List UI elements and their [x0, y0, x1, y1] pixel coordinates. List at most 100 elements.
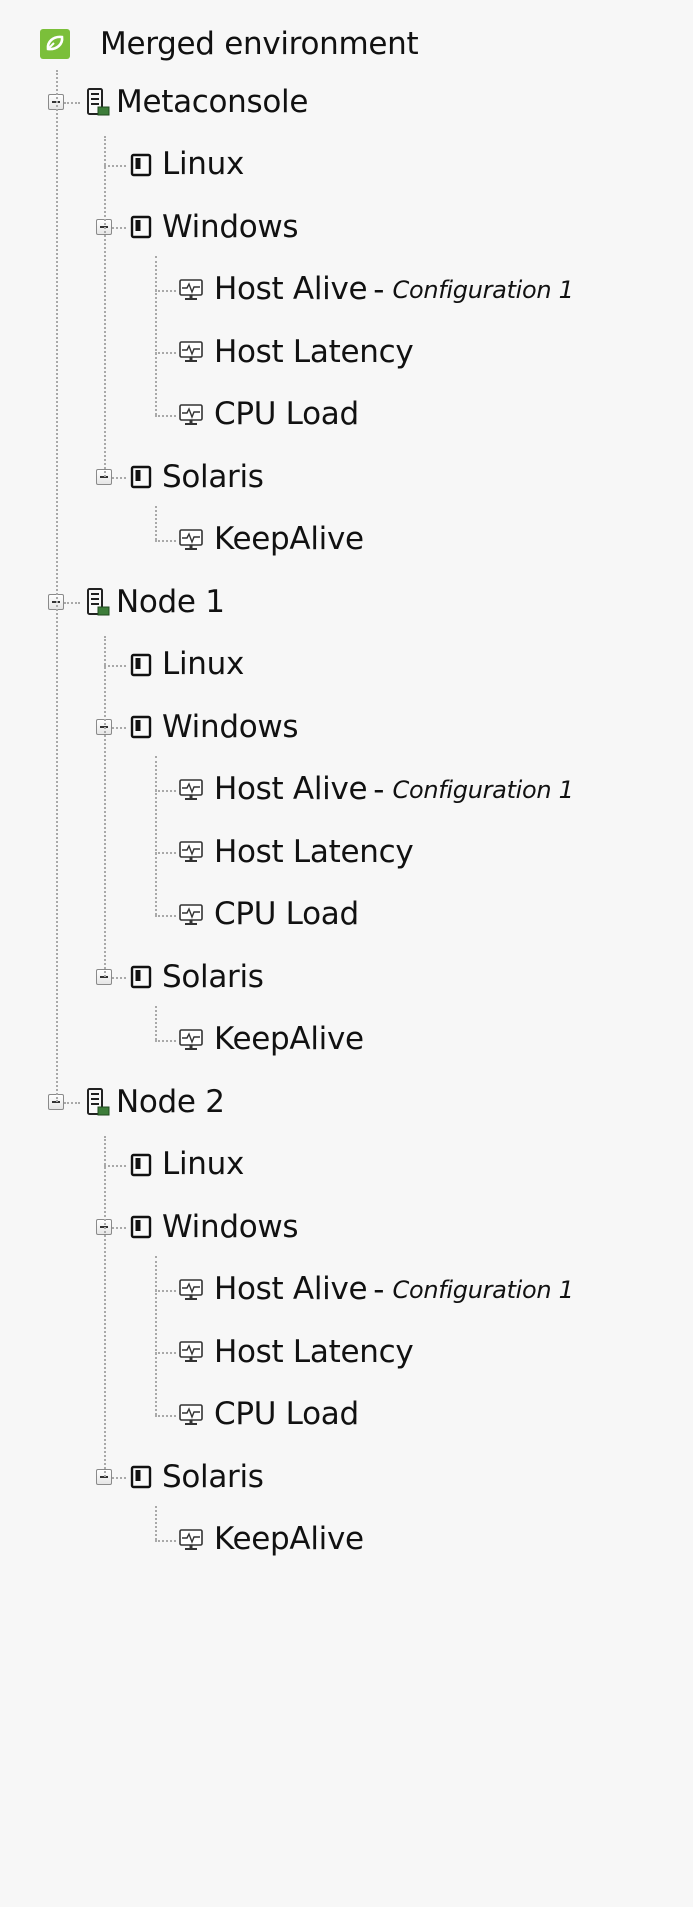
monitor-icon	[178, 1028, 204, 1052]
tree-item-label: CPU Load	[214, 896, 359, 932]
tree-module-host-alive[interactable]: Host Alive - Configuration 1	[178, 1260, 574, 1320]
tree-module-keepalive[interactable]: KeepAlive	[178, 510, 364, 570]
label-separator: -	[373, 271, 385, 308]
group-icon	[130, 653, 152, 677]
tree-group-linux[interactable]: Linux	[130, 1135, 244, 1195]
monitor-icon	[178, 403, 204, 427]
tree-connector-line	[155, 1505, 157, 1540]
tree-item-label: Windows	[162, 708, 299, 745]
tree-connector-line	[155, 1005, 157, 1040]
group-icon	[130, 715, 152, 739]
tree-root: Merged environment	[40, 14, 419, 74]
tree-connector-line	[155, 1414, 176, 1417]
tree-item-label: Solaris	[162, 458, 264, 495]
tree-connector-line	[155, 789, 176, 792]
tree-group-linux[interactable]: Linux	[130, 135, 244, 195]
server-icon	[86, 88, 110, 116]
tree-group-linux[interactable]: Linux	[130, 635, 244, 695]
tree-module-cpu-load[interactable]: CPU Load	[178, 885, 359, 945]
tree-connector-line	[104, 1164, 126, 1167]
tree-item-label: Host Latency	[214, 1333, 414, 1370]
tree-connector-line	[64, 602, 80, 604]
tree-connector-line	[104, 164, 126, 167]
tree-connector-line	[112, 977, 126, 979]
tree-module-host-latency[interactable]: Host Latency	[178, 1322, 414, 1382]
tree-connector-line	[56, 70, 58, 1102]
tree-connector-line	[104, 136, 106, 477]
tree-group-solaris[interactable]: Solaris	[130, 447, 264, 507]
group-icon	[130, 965, 152, 989]
tree-node-node-1[interactable]: Node 1	[86, 572, 225, 632]
tree-group-solaris[interactable]: Solaris	[130, 947, 264, 1007]
tree-node-metaconsole[interactable]: Metaconsole	[86, 72, 308, 132]
tree-item-label: Windows	[162, 1208, 299, 1245]
monitor-icon	[178, 840, 204, 864]
group-icon	[130, 153, 152, 177]
tree-connector-line	[104, 1136, 106, 1477]
tree-item-label: Host Alive	[214, 1271, 368, 1307]
tree-item-label: Host Alive	[214, 771, 368, 807]
tree-group-solaris[interactable]: Solaris	[130, 1447, 264, 1507]
tree-connector-line	[155, 1352, 176, 1354]
tree-connector-line	[155, 539, 176, 542]
tree-item-label: CPU Load	[214, 396, 359, 432]
tree-module-host-latency[interactable]: Host Latency	[178, 322, 414, 382]
module-configuration-label: Configuration 1	[392, 775, 574, 804]
tree-module-host-latency[interactable]: Host Latency	[178, 822, 414, 882]
tree-connector-line	[104, 636, 106, 977]
monitor-icon	[178, 903, 204, 927]
monitor-icon	[178, 278, 204, 302]
tree-item-label: Linux	[162, 1146, 245, 1182]
tree-connector-line	[155, 505, 157, 540]
tree-connector-line	[155, 414, 176, 417]
tree-module-cpu-load[interactable]: CPU Load	[178, 385, 359, 445]
monitor-icon	[178, 1340, 204, 1364]
group-icon	[130, 1215, 152, 1239]
tree-connector-line	[155, 352, 176, 354]
tree-connector-line	[155, 1039, 176, 1042]
tree-module-host-alive[interactable]: Host Alive - Configuration 1	[178, 260, 574, 320]
tree-item-label: Node 1	[116, 583, 225, 620]
tree-module-keepalive[interactable]: KeepAlive	[178, 1510, 364, 1570]
tree-group-windows[interactable]: Windows	[130, 1197, 299, 1257]
tree-connector-line	[64, 1102, 80, 1104]
tree-group-windows[interactable]: Windows	[130, 197, 299, 257]
tree-module-cpu-load[interactable]: CPU Load	[178, 1385, 359, 1445]
tree-group-windows[interactable]: Windows	[130, 697, 299, 757]
tree-connector-line	[112, 477, 126, 479]
monitor-icon	[178, 1403, 204, 1427]
label-separator: -	[373, 1271, 385, 1308]
monitor-icon	[178, 528, 204, 552]
tree-connector-line	[155, 755, 157, 915]
tree-connector-line	[104, 664, 126, 667]
group-icon	[130, 1465, 152, 1489]
tree-item-label: Linux	[162, 646, 245, 682]
tree-connector-line	[155, 1255, 157, 1415]
module-configuration-label: Configuration 1	[392, 1275, 574, 1304]
tree-connector-line	[112, 1227, 126, 1229]
group-icon	[130, 465, 152, 489]
tree-item-label: Merged environment	[100, 25, 419, 62]
tree-connector-line	[112, 727, 126, 729]
tree-connector-line	[112, 227, 126, 229]
tree-node-node-2[interactable]: Node 2	[86, 1072, 225, 1132]
tree-module-keepalive[interactable]: KeepAlive	[178, 1010, 364, 1070]
tree-connector-line	[155, 914, 176, 917]
tree-item-label: Linux	[162, 146, 245, 182]
server-icon	[86, 588, 110, 616]
tree-item-label: Host Latency	[214, 333, 414, 370]
tree-item-label: Solaris	[162, 1458, 264, 1495]
tree-connector-line	[155, 1289, 176, 1292]
tree-item-label: KeepAlive	[214, 1521, 364, 1557]
server-icon	[86, 1088, 110, 1116]
tree-module-host-alive[interactable]: Host Alive - Configuration 1	[178, 760, 574, 820]
tree-item-label: KeepAlive	[214, 521, 364, 557]
tree-connector-line	[64, 102, 80, 104]
tree-item-label: Windows	[162, 208, 299, 245]
monitor-icon	[178, 340, 204, 364]
group-icon	[130, 1153, 152, 1177]
module-configuration-label: Configuration 1	[392, 275, 574, 304]
group-icon	[130, 215, 152, 239]
tree-item-label: Host Latency	[214, 833, 414, 870]
tree-view: Merged environment Metaconsole Linux Window…	[0, 0, 693, 1907]
